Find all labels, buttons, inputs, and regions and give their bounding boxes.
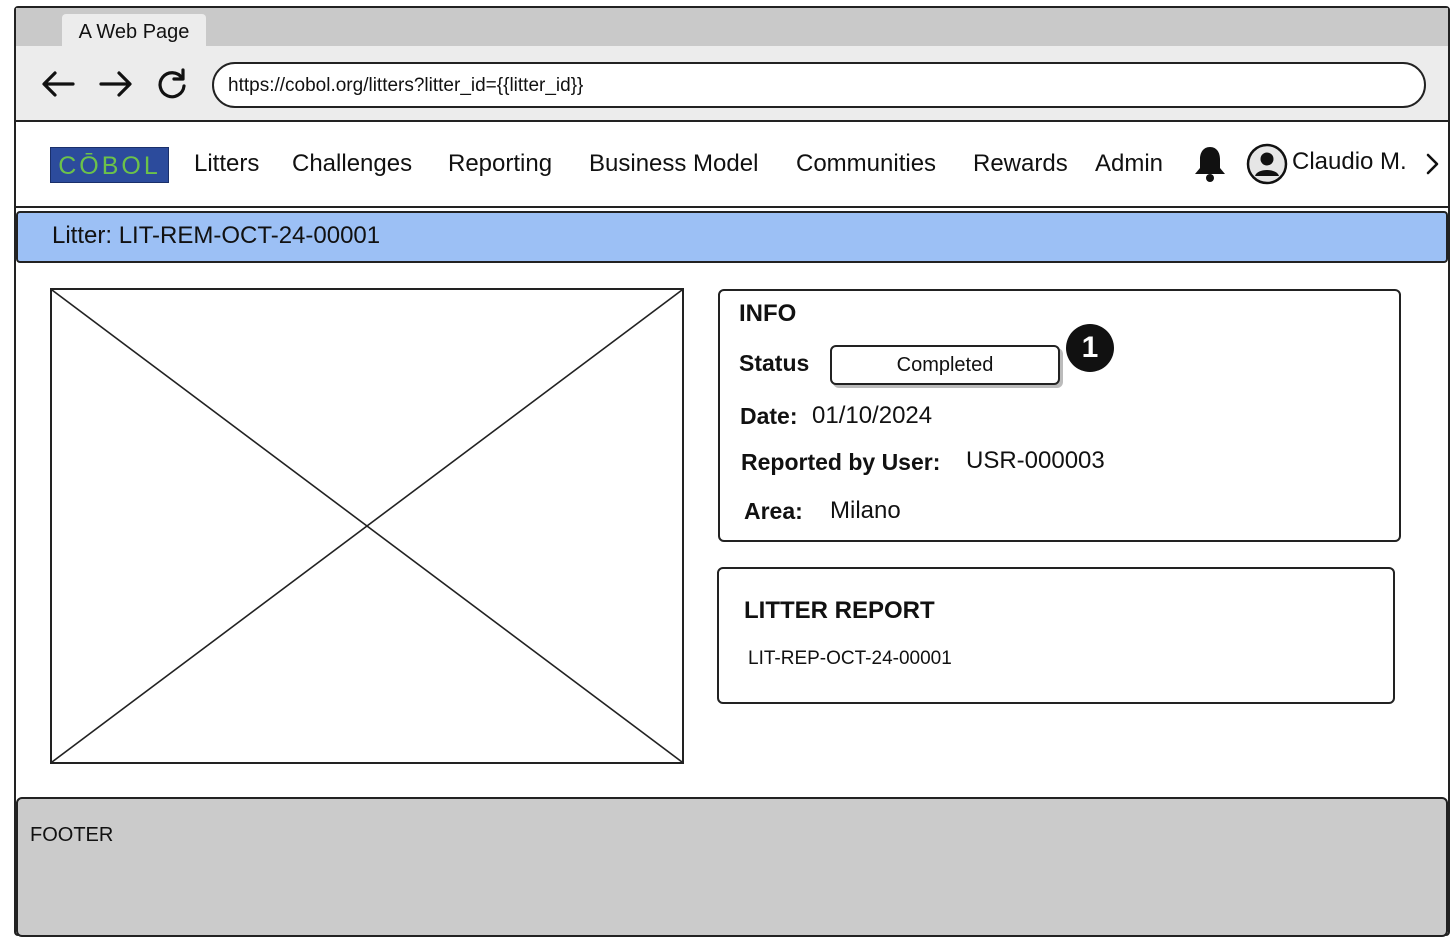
area-label: Area: — [744, 498, 803, 524]
reload-icon — [158, 68, 186, 99]
litter-report-panel — [717, 567, 1395, 704]
forward-button[interactable] — [96, 64, 136, 104]
user-avatar-icon — [1246, 143, 1288, 185]
user-menu-button[interactable] — [1424, 152, 1442, 176]
nav-admin[interactable]: Admin — [1095, 146, 1163, 182]
footer-label: FOOTER — [30, 824, 114, 846]
arrow-right-icon — [99, 71, 132, 97]
reload-button[interactable] — [152, 64, 192, 104]
user-avatar[interactable] — [1246, 143, 1288, 185]
status-label: Status — [739, 350, 810, 376]
arrow-left-icon — [42, 71, 75, 97]
image-placeholder-icon — [51, 289, 683, 763]
litter-report-heading: LITTER REPORT — [744, 597, 935, 624]
annotation-marker: 1 — [1066, 324, 1114, 372]
user-name[interactable]: Claudio M. — [1292, 144, 1407, 180]
bell-icon — [1195, 147, 1225, 182]
nav-business-model[interactable]: Business Model — [589, 146, 758, 182]
nav-rewards[interactable]: Rewards — [973, 146, 1068, 182]
litter-report-link[interactable]: LIT-REP-OCT-24-00001 — [748, 648, 952, 670]
chevron-right-icon — [1426, 153, 1439, 175]
cobol-logo[interactable]: CŌBOL — [50, 147, 169, 183]
nav-challenges[interactable]: Challenges — [292, 146, 412, 182]
info-heading: INFO — [739, 300, 797, 327]
reported-by-value[interactable]: USR-000003 — [966, 447, 1105, 475]
tab-strip — [16, 8, 1448, 46]
date-value: 01/10/2024 — [812, 402, 933, 429]
address-bar[interactable]: https://cobol.org/litters?litter_id={{li… — [212, 62, 1426, 108]
browser-tab[interactable]: A Web Page — [62, 14, 206, 48]
back-button[interactable] — [38, 64, 78, 104]
notifications-button[interactable] — [1192, 144, 1228, 184]
litter-image-placeholder — [50, 288, 684, 764]
footer — [16, 797, 1448, 937]
nav-reporting[interactable]: Reporting — [448, 146, 552, 182]
page-title-bar: Litter: LIT-REM-OCT-24-00001 — [16, 211, 1448, 263]
nav-litters[interactable]: Litters — [194, 146, 259, 182]
reported-by-label: Reported by User: — [741, 449, 941, 475]
page-title: Litter: LIT-REM-OCT-24-00001 — [52, 222, 381, 249]
date-label: Date: — [740, 403, 798, 429]
nav-communities[interactable]: Communities — [796, 146, 936, 182]
area-value: Milano — [830, 497, 901, 524]
status-field[interactable]: Completed — [830, 345, 1060, 385]
